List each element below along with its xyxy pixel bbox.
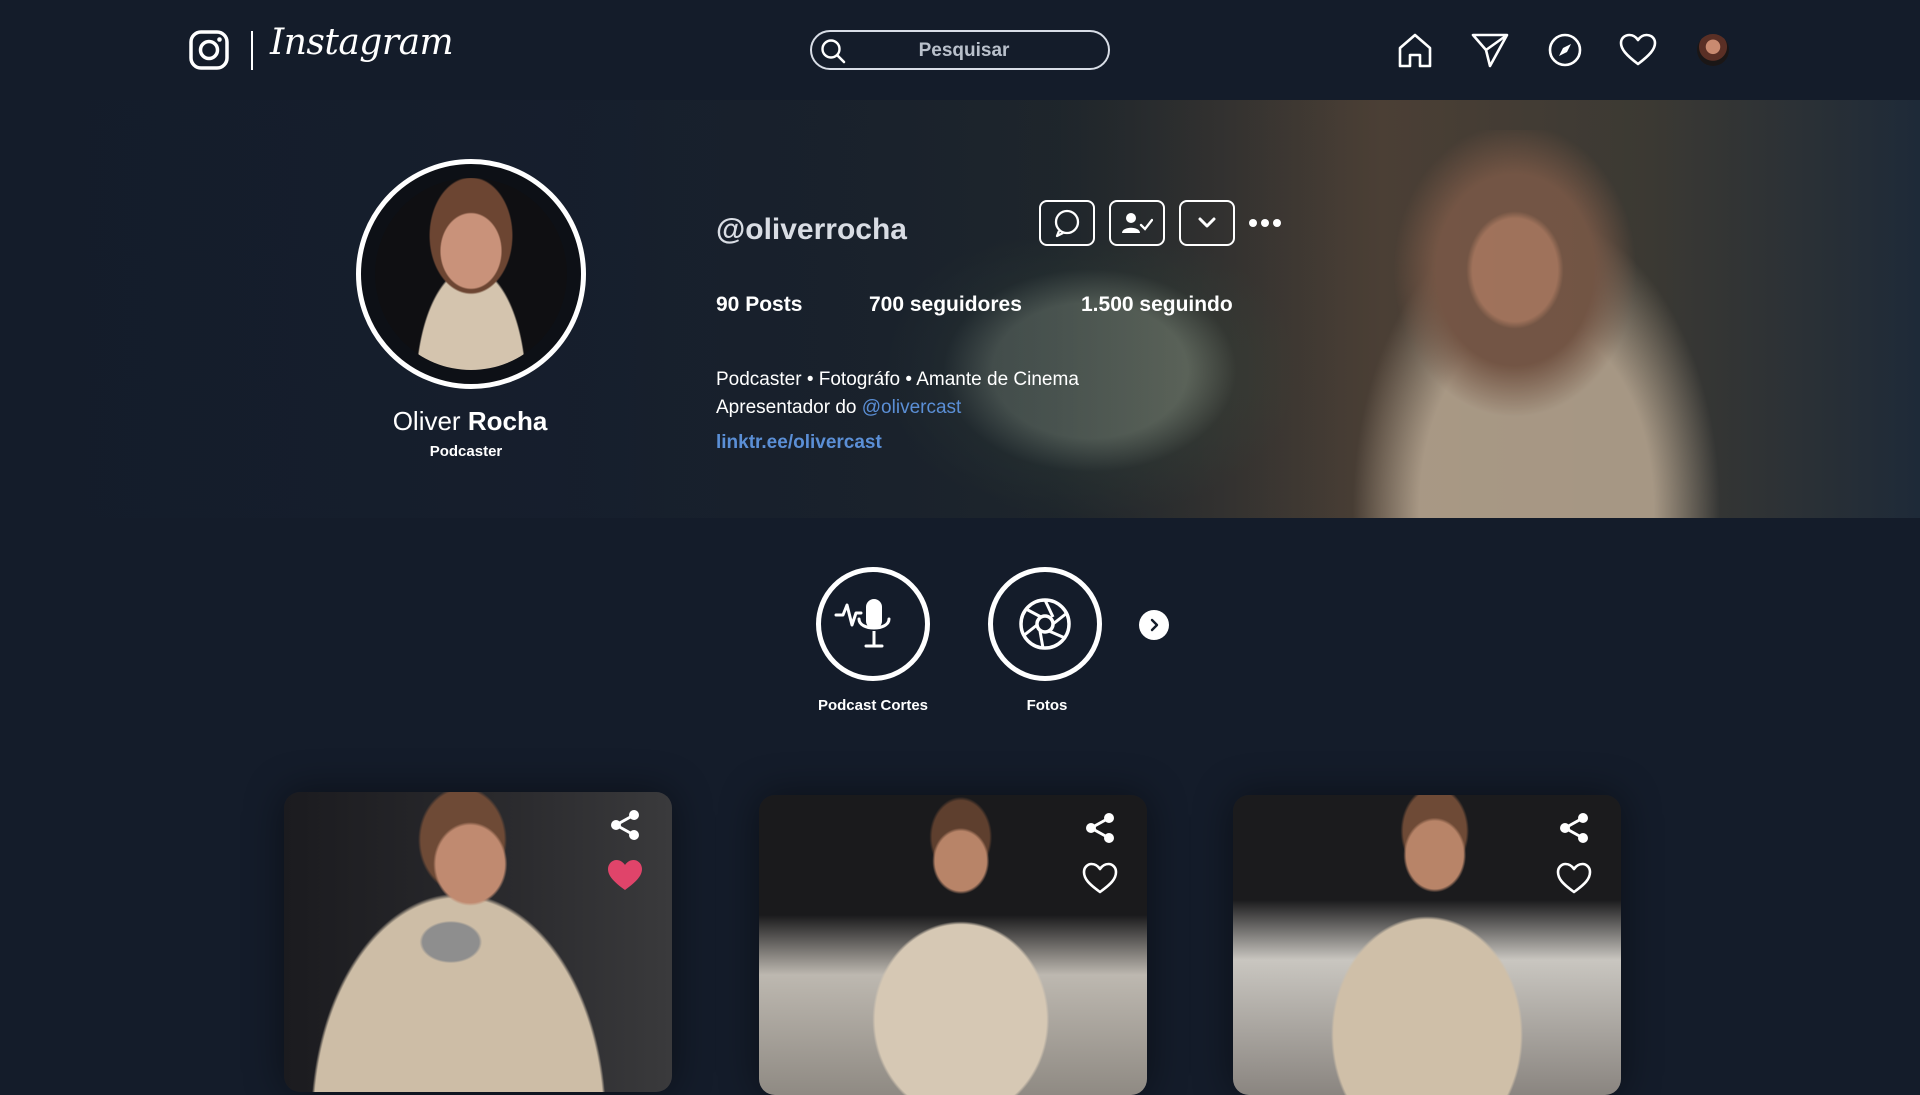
followers-count[interactable]: 700 seguidores xyxy=(869,293,1022,317)
bio-line-1: Podcaster • Fotográfo • Amante de Cinema xyxy=(716,369,1079,390)
direct-message-icon[interactable] xyxy=(1470,30,1510,70)
highlight-podcast-cortes[interactable] xyxy=(816,567,930,681)
profile-bio: Podcaster • Fotográfo • Amante de Cinema… xyxy=(716,366,1079,422)
home-icon[interactable] xyxy=(1395,30,1435,70)
bio-line-2: Apresentador do @olivercast xyxy=(716,397,962,418)
profile-avatar[interactable] xyxy=(1697,34,1729,66)
posts-count[interactable]: 90 Posts xyxy=(716,293,802,317)
post-card-1[interactable] xyxy=(284,792,672,1092)
search-icon xyxy=(821,39,846,64)
liked-heart-icon[interactable] xyxy=(606,858,644,892)
display-name: Oliver Rocha xyxy=(392,406,548,436)
post-card-3[interactable] xyxy=(1233,795,1621,1095)
following-count[interactable]: 1.500 seguindo xyxy=(1081,293,1233,317)
logo-divider xyxy=(251,31,253,70)
highlight-label: Fotos xyxy=(1026,697,1068,714)
bio-mention-link[interactable]: @olivercast xyxy=(862,397,962,418)
search-input[interactable] xyxy=(852,32,1076,70)
profile-photo xyxy=(375,178,567,370)
share-icon[interactable] xyxy=(608,808,642,842)
dropdown-button[interactable] xyxy=(1179,200,1235,246)
user-check-icon xyxy=(1122,213,1153,233)
profile-external-link[interactable]: linktr.ee/olivercast xyxy=(716,432,882,454)
highlights-next-button[interactable] xyxy=(1139,610,1169,640)
top-bar: Instagram xyxy=(0,0,1920,100)
heart-icon[interactable] xyxy=(1555,861,1593,895)
more-options-icon[interactable] xyxy=(1248,214,1282,232)
share-icon[interactable] xyxy=(1557,811,1591,845)
heart-icon[interactable] xyxy=(1081,861,1119,895)
username: @oliverrocha xyxy=(716,213,907,246)
following-button[interactable] xyxy=(1109,200,1165,246)
post-card-2[interactable] xyxy=(759,795,1147,1095)
chevron-right-icon xyxy=(1150,618,1159,632)
podcast-mic-icon xyxy=(834,599,891,648)
chevron-down-icon xyxy=(1198,217,1216,228)
share-icon[interactable] xyxy=(1083,811,1117,845)
profile-picture[interactable] xyxy=(356,159,586,389)
camera-aperture-icon xyxy=(1019,598,1071,650)
highlight-label: Podcast Cortes xyxy=(817,697,929,714)
message-button[interactable] xyxy=(1039,200,1095,246)
chat-bubble-icon xyxy=(1054,209,1080,238)
instagram-wordmark[interactable]: Instagram xyxy=(270,22,454,63)
instagram-logo-icon[interactable] xyxy=(189,30,229,70)
profile-role: Podcaster xyxy=(429,443,503,460)
search-bar[interactable] xyxy=(810,30,1110,70)
explore-compass-icon[interactable] xyxy=(1545,30,1585,70)
highlight-fotos[interactable] xyxy=(988,567,1102,681)
heart-icon[interactable] xyxy=(1618,30,1658,70)
